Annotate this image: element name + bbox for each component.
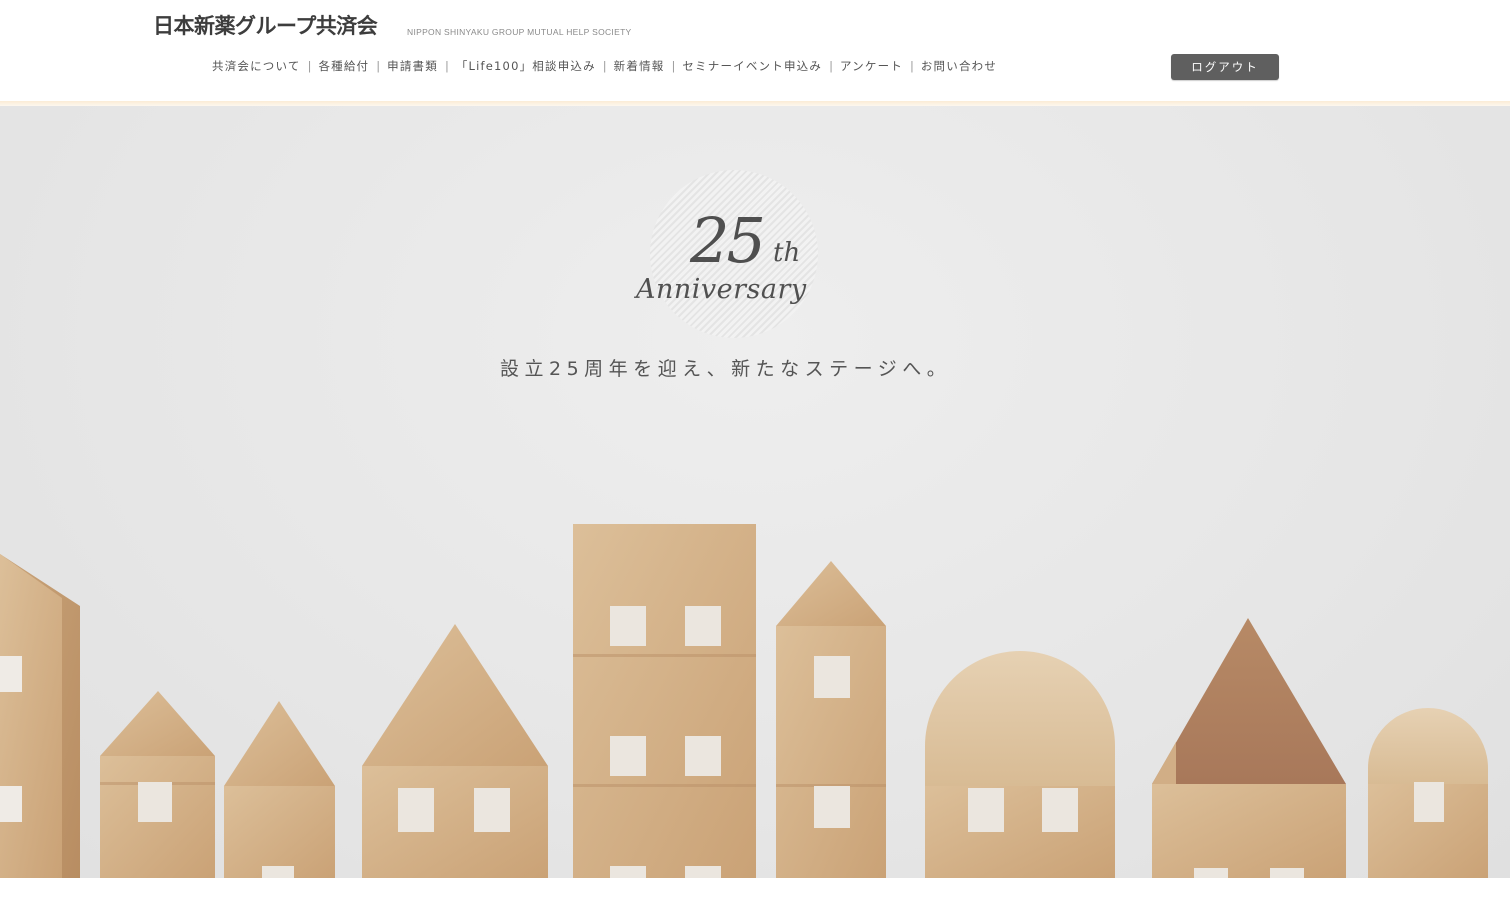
house-block-7 [925, 651, 1115, 878]
nav-item-seminar-events[interactable]: セミナーイベント申込み [682, 58, 822, 74]
nav-separator: | [829, 59, 833, 73]
house-block-5 [573, 524, 756, 878]
nav-item-life100-consultation[interactable]: 「Life100」相談申込み [456, 58, 596, 74]
nav-item-application-forms[interactable]: 申請書類 [387, 58, 438, 74]
logout-button[interactable]: ログアウト [1171, 54, 1279, 80]
site-logo-english: NIPPON SHINYAKU GROUP MUTUAL HELP SOCIET… [407, 27, 632, 37]
house-block-4 [362, 624, 548, 878]
house-block-3 [224, 701, 335, 878]
house-block-2 [100, 691, 215, 878]
house-block-9 [1368, 708, 1488, 878]
site-header: 日本新薬グループ共済会 NIPPON SHINYAKU GROUP MUTUAL… [0, 0, 1510, 102]
nav-item-news[interactable]: 新着情報 [614, 58, 665, 74]
house-block-8 [1152, 618, 1346, 878]
nav-separator: | [602, 59, 607, 73]
wooden-houses-illustration [0, 524, 1488, 878]
house-block-6 [776, 561, 886, 878]
nav-item-survey[interactable]: アンケート [840, 58, 903, 74]
house-block-1 [0, 554, 80, 878]
hero-banner: 25 th Anniversary 設立25周年を迎え、新たなステージへ。 [0, 106, 1510, 878]
nav-separator: | [376, 59, 381, 73]
nav-separator: | [671, 59, 676, 73]
global-nav: 共済会について | 各種給付 | 申請書類 | 「Life100」相談申込み |… [212, 58, 997, 74]
nav-item-contact[interactable]: お問い合わせ [921, 58, 997, 74]
nav-separator: | [909, 59, 914, 73]
nav-item-about[interactable]: 共済会について [212, 58, 301, 74]
nav-separator: | [444, 59, 449, 73]
nav-item-benefits[interactable]: 各種給付 [318, 58, 369, 74]
nav-separator: | [307, 59, 312, 73]
site-logo-japanese[interactable]: 日本新薬グループ共済会 [153, 10, 378, 40]
